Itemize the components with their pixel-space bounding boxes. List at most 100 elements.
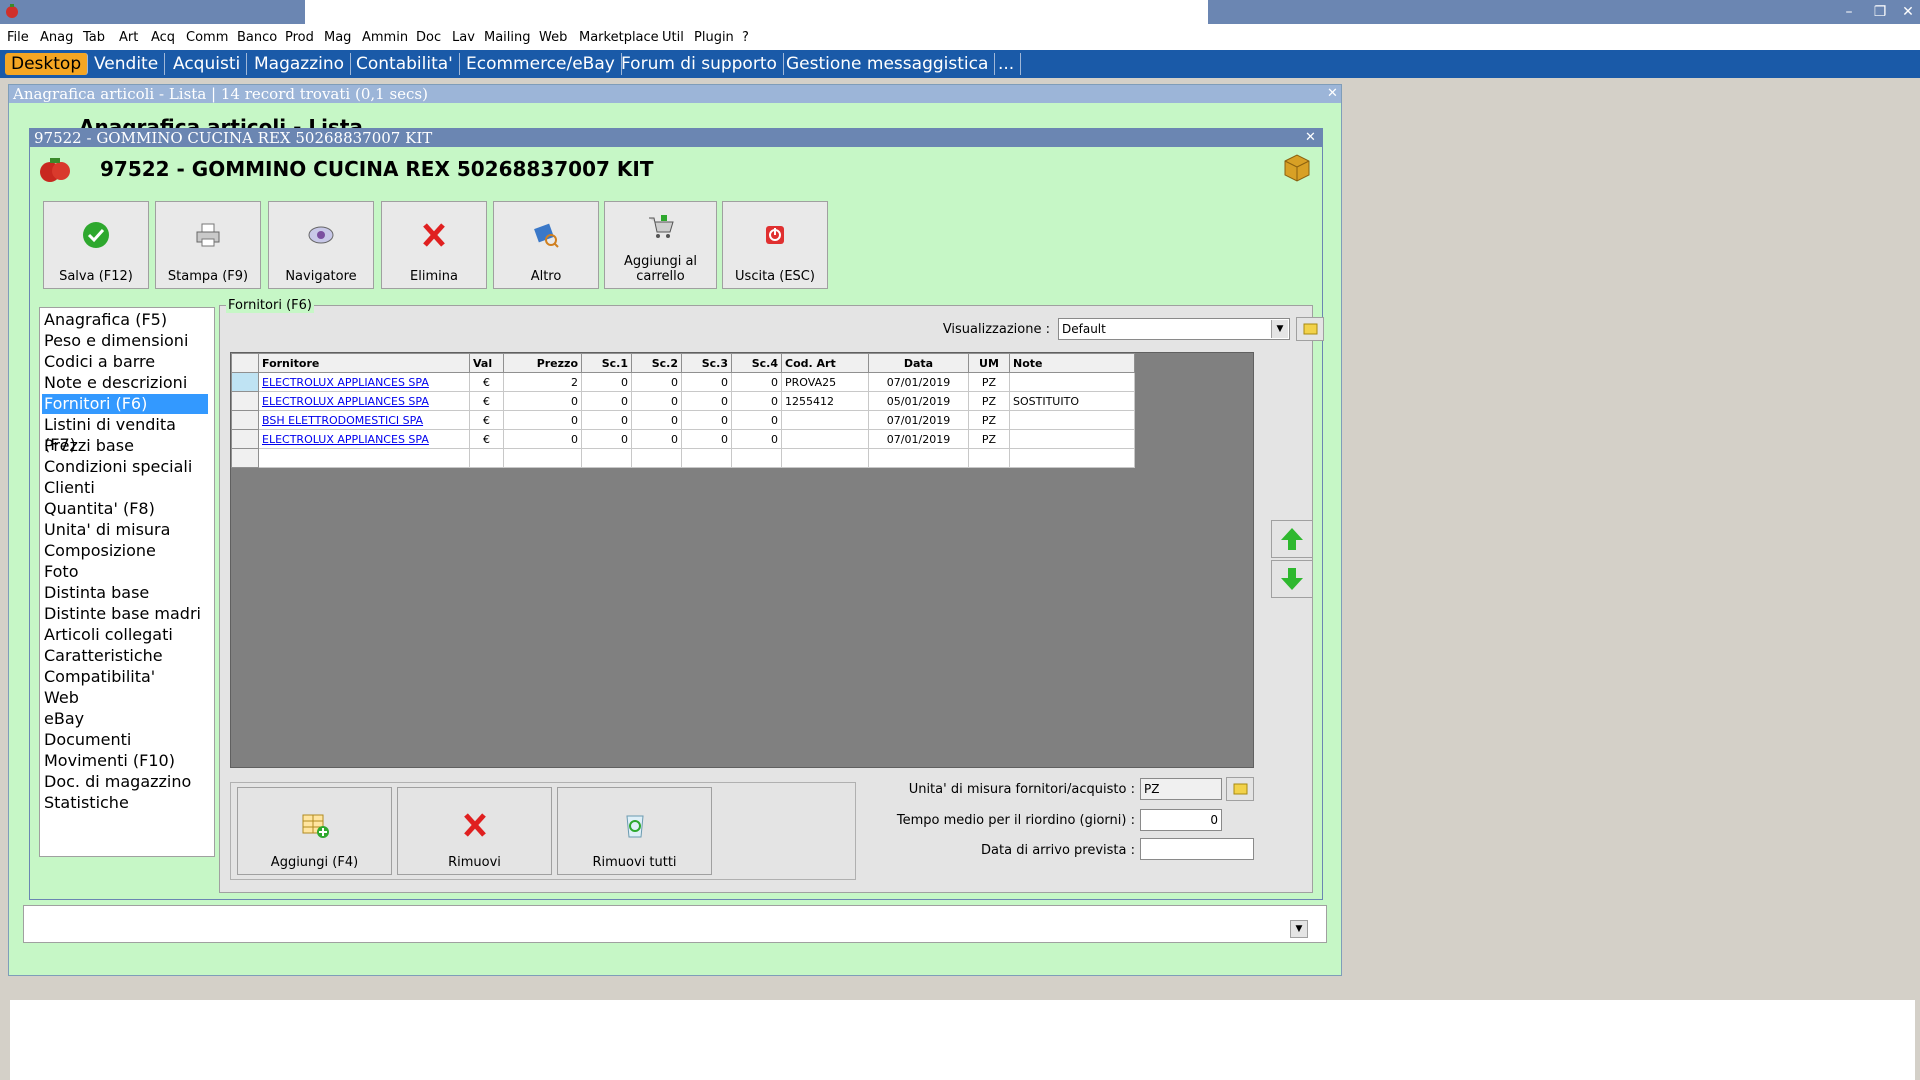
nav-codici-barre[interactable]: Codici a barre: [42, 352, 208, 372]
nav-movimenti[interactable]: Movimenti (F10): [42, 751, 208, 771]
nav-caratteristiche[interactable]: Caratteristiche: [42, 646, 208, 666]
nav-fornitori[interactable]: Fornitori (F6): [42, 394, 208, 414]
col-data[interactable]: Data: [868, 353, 969, 373]
col-prezzo[interactable]: Prezzo: [503, 353, 582, 373]
cell-sc4[interactable]: 0: [731, 372, 782, 392]
tab-ecommerce[interactable]: Ecommerce/eBay: [460, 53, 622, 75]
cell-sc1[interactable]: 0: [581, 372, 632, 392]
cell-data[interactable]: 07/01/2019: [868, 372, 969, 392]
suppliers-grid[interactable]: Fornitore Val Prezzo Sc.1 Sc.2 Sc.3 Sc.4…: [230, 352, 1254, 768]
cell-um[interactable]: PZ: [968, 372, 1010, 392]
nav-distinte-base-madri[interactable]: Distinte base madri: [42, 604, 208, 624]
row-indicator[interactable]: [231, 372, 259, 392]
um-folder-button[interactable]: [1226, 777, 1254, 801]
nav-composizione[interactable]: Composizione: [42, 541, 208, 561]
cell-sc3[interactable]: 0: [681, 429, 732, 449]
cell-val[interactable]: €: [469, 429, 504, 449]
menu-comm[interactable]: Comm: [186, 30, 228, 45]
menu-web[interactable]: Web: [539, 30, 567, 45]
nav-clienti[interactable]: Clienti: [42, 478, 208, 498]
supplier-link[interactable]: BSH ELETTRODOMESTICI SPA: [262, 414, 423, 427]
nav-doc-magazzino[interactable]: Doc. di magazzino: [42, 772, 208, 792]
nav-unita-misura[interactable]: Unita' di misura: [42, 520, 208, 540]
lead-time-field[interactable]: 0: [1140, 809, 1222, 831]
nav-listini-vendita[interactable]: Listini di vendita (F7): [42, 415, 208, 454]
menu-banco[interactable]: Banco: [237, 30, 277, 45]
cell-sc3[interactable]: 0: [681, 372, 732, 392]
delete-button[interactable]: Elimina: [381, 201, 487, 289]
nav-quantita[interactable]: Quantita' (F8): [42, 499, 208, 519]
save-button[interactable]: Salva (F12): [43, 201, 149, 289]
menu-lav[interactable]: Lav: [452, 30, 475, 45]
col-sc3[interactable]: Sc.3: [681, 353, 732, 373]
menu-help[interactable]: ?: [742, 30, 749, 45]
add-to-cart-button[interactable]: Aggiungi al carrello: [604, 201, 717, 289]
nav-foto[interactable]: Foto: [42, 562, 208, 582]
col-note[interactable]: Note: [1009, 353, 1135, 373]
row-indicator[interactable]: [231, 410, 259, 430]
col-fornitore[interactable]: Fornitore: [258, 353, 470, 373]
nav-articoli-collegati[interactable]: Articoli collegati: [42, 625, 208, 645]
col-sc2[interactable]: Sc.2: [631, 353, 682, 373]
table-row[interactable]: ELECTROLUX APPLIANCES SPA € 0 0 0 0 0 07…: [231, 429, 1135, 449]
menu-util[interactable]: Util: [662, 30, 684, 45]
tab-contabilita[interactable]: Contabilita': [350, 53, 460, 75]
cell-prezzo[interactable]: 0: [503, 391, 582, 411]
table-row[interactable]: ELECTROLUX APPLIANCES SPA € 0 0 0 0 0 12…: [231, 391, 1135, 411]
cell-data[interactable]: 07/01/2019: [868, 429, 969, 449]
view-folder-button[interactable]: [1296, 317, 1324, 341]
cell-sc1[interactable]: 0: [581, 410, 632, 430]
cell-sc2[interactable]: 0: [631, 391, 682, 411]
arrival-date-field[interactable]: [1140, 838, 1254, 860]
tab-magazzino[interactable]: Magazzino: [248, 53, 352, 75]
cell-prezzo[interactable]: 0: [503, 429, 582, 449]
supplier-link[interactable]: ELECTROLUX APPLIANCES SPA: [262, 433, 429, 446]
menu-mag[interactable]: Mag: [324, 30, 351, 45]
cell-note[interactable]: SOSTITUITO: [1009, 391, 1135, 411]
supplier-link[interactable]: ELECTROLUX APPLIANCES SPA: [262, 395, 429, 408]
restore-icon[interactable]: ❐: [1869, 3, 1891, 21]
view-select[interactable]: Default ▼: [1058, 318, 1290, 340]
col-val[interactable]: Val: [469, 353, 504, 373]
row-indicator[interactable]: [231, 391, 259, 411]
chevron-down-icon[interactable]: ▼: [1271, 320, 1288, 338]
menu-ammin[interactable]: Ammin: [362, 30, 408, 45]
other-button[interactable]: Altro: [493, 201, 599, 289]
nav-distinta-base[interactable]: Distinta base: [42, 583, 208, 603]
exit-button[interactable]: Uscita (ESC): [722, 201, 828, 289]
cell-val[interactable]: €: [469, 391, 504, 411]
nav-peso-dimensioni[interactable]: Peso e dimensioni: [42, 331, 208, 351]
menu-doc[interactable]: Doc: [416, 30, 441, 45]
table-row[interactable]: ELECTROLUX APPLIANCES SPA € 2 0 0 0 0 PR…: [231, 372, 1135, 392]
col-sc1[interactable]: Sc.1: [581, 353, 632, 373]
scroll-down-icon[interactable]: ▼: [1290, 920, 1308, 938]
cell-cod-art[interactable]: [781, 410, 869, 430]
cell-sc4[interactable]: 0: [731, 391, 782, 411]
cell-um[interactable]: PZ: [968, 429, 1010, 449]
cell-cod-art[interactable]: [781, 429, 869, 449]
list-close-icon[interactable]: ✕: [1327, 86, 1338, 101]
cell-um[interactable]: PZ: [968, 410, 1010, 430]
minimize-icon[interactable]: –: [1838, 3, 1860, 21]
nav-prezzi-base[interactable]: Prezzi base: [42, 436, 208, 456]
nav-documenti[interactable]: Documenti: [42, 730, 208, 750]
nav-compatibilita[interactable]: Compatibilita': [42, 667, 208, 687]
move-up-button[interactable]: [1271, 520, 1313, 558]
row-indicator[interactable]: [231, 429, 259, 449]
cell-sc4[interactable]: 0: [731, 410, 782, 430]
tab-messaggistica[interactable]: Gestione messaggistica: [780, 53, 996, 75]
menu-anag[interactable]: Anag: [40, 30, 73, 45]
um-field[interactable]: PZ: [1140, 778, 1222, 800]
cell-sc4[interactable]: 0: [731, 429, 782, 449]
table-row[interactable]: BSH ELETTRODOMESTICI SPA € 0 0 0 0 0 07/…: [231, 410, 1135, 430]
nav-note-descrizioni[interactable]: Note e descrizioni: [42, 373, 208, 393]
new-row[interactable]: [231, 448, 1135, 468]
cell-sc2[interactable]: 0: [631, 410, 682, 430]
nav-web[interactable]: Web: [42, 688, 208, 708]
add-row-button[interactable]: Aggiungi (F4): [237, 787, 392, 875]
remove-all-button[interactable]: Rimuovi tutti: [557, 787, 712, 875]
print-button[interactable]: Stampa (F9): [155, 201, 261, 289]
menu-plugin[interactable]: Plugin: [694, 30, 734, 45]
cell-prezzo[interactable]: 2: [503, 372, 582, 392]
tab-vendite[interactable]: Vendite: [88, 53, 166, 75]
